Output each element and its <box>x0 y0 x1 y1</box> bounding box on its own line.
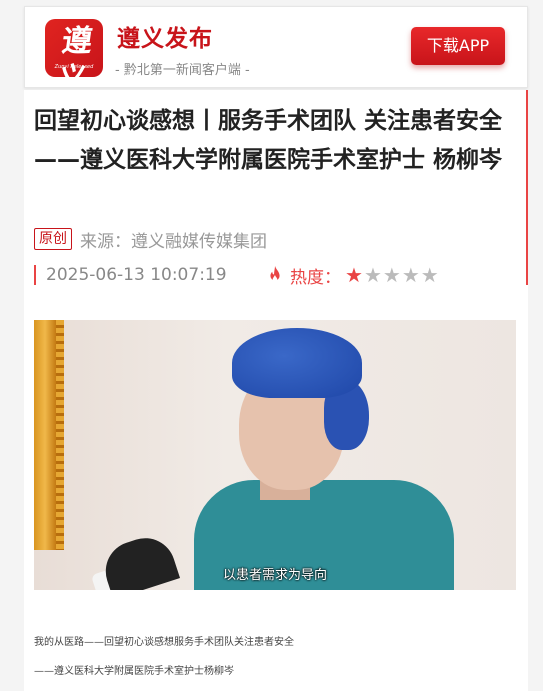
star-empty-icon: ★ <box>420 263 440 287</box>
surgical-cap-graphic <box>232 328 362 398</box>
video-subtitle: 以患者需求为导向 <box>222 568 327 583</box>
accent-rail <box>526 90 528 285</box>
flag-graphic <box>34 320 56 550</box>
brand-tagline: - 黔北第一新闻客户端 - <box>115 63 250 78</box>
source-row: 原创 来源： 遵义融媒传媒集团 <box>34 227 267 252</box>
publish-datetime: 2025-06-13 10:07:19 <box>46 265 227 285</box>
download-app-button[interactable]: 下载APP <box>411 27 505 65</box>
app-logo[interactable]: 遵义 Zunyi Released <box>45 19 103 77</box>
app-header: 遵义 Zunyi Released 遵义发布 - 黔北第一新闻客户端 - 下载A… <box>24 6 528 88</box>
flag-fringe-graphic <box>56 320 64 550</box>
source-label: 来源： <box>80 231 131 252</box>
body-paragraph: 我的从医路——回望初心谈感想服务手术团队关注患者安全 <box>34 637 294 648</box>
heat-label: 热度： <box>290 267 341 288</box>
star-empty-icon: ★ <box>401 263 421 287</box>
page: 遵义 Zunyi Released 遵义发布 - 黔北第一新闻客户端 - 下载A… <box>0 0 543 691</box>
meta-divider <box>34 265 36 285</box>
source-value: 遵义融媒传媒集团 <box>131 231 267 252</box>
flame-icon <box>270 265 280 282</box>
star-half-icon: ★ <box>345 263 364 287</box>
logo-subtext: Zunyi Released <box>54 64 94 70</box>
star-empty-icon: ★ <box>363 263 383 287</box>
logo-glyph: 遵义 <box>54 24 89 77</box>
heat-rating: ★★★★★ <box>345 263 440 287</box>
brand-name: 遵义发布 <box>117 26 213 52</box>
article-title: 回望初心谈感想丨服务手术团队 关注患者安全——遵义医科大学附属医院手术室护士 杨… <box>34 108 503 173</box>
meta-row: 2025-06-13 10:07:19 热度： ★★★★★ <box>34 262 440 288</box>
original-badge: 原创 <box>34 228 72 250</box>
body-paragraph: ——遵义医科大学附属医院手术室护士杨柳岑 <box>34 666 234 677</box>
article-card: 回望初心谈感想丨服务手术团队 关注患者安全——遵义医科大学附属医院手术室护士 杨… <box>24 90 528 691</box>
star-empty-icon: ★ <box>382 263 402 287</box>
video-player[interactable]: 以患者需求为导向 <box>34 320 516 590</box>
